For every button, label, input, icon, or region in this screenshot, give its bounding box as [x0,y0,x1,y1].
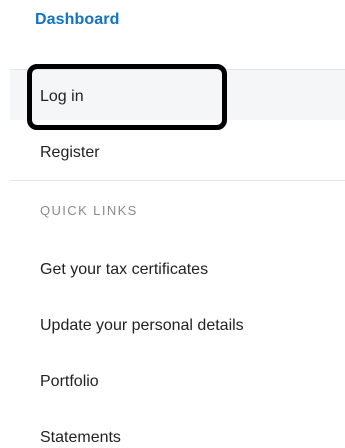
register-link[interactable]: Register [40,143,100,163]
navigation-menu: Dashboard Log in Register QUICK LINKS Ge… [0,0,345,448]
focus-outline [27,64,227,130]
dashboard-link[interactable]: Dashboard [35,11,119,29]
menu-divider-middle [10,180,345,181]
quick-link-tax-certificates[interactable]: Get your tax certificates [40,260,208,280]
quick-link-portfolio[interactable]: Portfolio [40,372,99,392]
quick-link-statements[interactable]: Statements [40,428,121,448]
quick-links-heading: QUICK LINKS [40,203,138,218]
quick-link-personal-details[interactable]: Update your personal details [40,316,244,336]
